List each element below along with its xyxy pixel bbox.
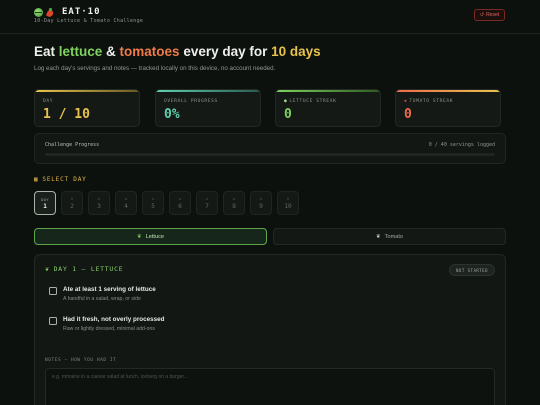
stat-accent [276,90,380,92]
stat-label: DAY [43,99,54,104]
day-number: 6 [178,203,182,210]
day-panel: ❦ DAY 1 — LETTUCE NOT STARTED Ate at lea… [34,254,506,405]
task-title: Had it fresh, not overly processed [63,316,165,323]
leaf-icon: ❦ [45,265,50,273]
tomato-icon: ◆ [404,99,408,104]
hero-title-amp: & [102,44,120,59]
lock-icon: 🔒︎ [205,197,209,202]
hero-title: Eat lettuce & tomatoes every day for 10 … [34,44,321,59]
stat-card-day: DAY 1 / 10 [34,89,140,127]
stat-value: 0% [164,107,180,122]
tab-tomato[interactable]: ❦ Tomato [273,228,506,245]
reset-label: Reset [486,12,500,18]
day-selector: DAY 1 🔒︎ 2 🔒︎ 3 🔒︎ 4 🔒︎ 5 🔒︎ 6 🔒︎ 7 🔒︎ 8 🔒︎ 9 🔒︎ 10 [34,191,299,215]
app-subtitle: 10-Day Lettuce & Tomato Challenge [34,18,144,24]
day-button-2[interactable]: 🔒︎ 2 [61,191,83,215]
lock-icon: 🔒︎ [97,197,101,202]
day-number: 3 [97,203,101,210]
lock-icon: 🔒︎ [259,197,263,202]
task-item[interactable]: Ate at least 1 serving of lettuce A hand… [49,286,156,302]
progress-bar [45,153,495,156]
task-checkbox[interactable] [49,287,57,295]
day-button-1[interactable]: DAY 1 [34,191,56,215]
day-button-7[interactable]: 🔒︎ 7 [196,191,218,215]
day-number: 10 [284,203,292,210]
pepper-icon: ❦ [375,233,381,240]
day-number: 8 [232,203,236,210]
lock-icon: 🔒︎ [124,197,128,202]
stat-card-lettuce-streak: ● LETTUCE STREAK 0 [275,89,381,127]
day-button-4[interactable]: 🔒︎ 4 [115,191,137,215]
lock-icon: 🔒︎ [232,197,236,202]
reset-icon: ↺ [479,12,485,18]
app-title: EAT·10 [62,7,101,17]
day-button-8[interactable]: 🔒︎ 8 [223,191,245,215]
lock-icon: 🔒︎ [286,197,290,202]
day-number: 2 [70,203,74,210]
day-number: 5 [151,203,155,210]
stat-accent [156,90,260,92]
task-description: A handful in a salad, wrap, or side [63,296,141,302]
day-button-9[interactable]: 🔒︎ 9 [250,191,272,215]
challenge-progress: Challenge Progress 0 / 40 servings logge… [34,133,506,164]
stat-value: 1 / 10 [43,107,90,122]
lettuce-icon [34,8,43,17]
task-description: Raw or lightly dressed, minimal add-ons [63,326,155,332]
day-number: 7 [205,203,209,210]
tomato-icon [46,8,54,17]
hero-title-middle: every day for [179,44,272,59]
hero-title-lettuce: lettuce [58,44,103,59]
stat-accent [396,90,500,92]
lock-icon: 🔒︎ [151,197,155,202]
hero-title-tomatoes: tomatoes [119,44,180,59]
notes-input[interactable] [45,368,495,405]
reset-button[interactable]: ↺ Reset [474,9,505,21]
stat-label: OVERALL PROGRESS [164,99,218,104]
lock-icon: 🔒︎ [70,197,74,202]
task-item[interactable]: Had it fresh, not overly processed Raw o… [49,316,164,332]
notes-label: NOTES — HOW YOU HAD IT [45,358,117,363]
select-day-title: ▦ SELECT DAY [34,176,87,183]
hero-title-days: 10 days [271,44,321,59]
tab-label: Tomato [384,233,404,240]
tab-label: Lettuce [145,233,165,240]
stat-card-tomato-streak: ◆ TOMATO STREAK 0 [395,89,501,127]
progress-count: 0 / 40 servings logged [428,142,495,148]
day-button-10[interactable]: 🔒︎ 10 [277,191,299,215]
progress-label: Challenge Progress [45,142,100,148]
hero-subtitle: Log each day's servings and notes — trac… [34,65,276,72]
stat-card-overall-progress: OVERALL PROGRESS 0% [155,89,261,127]
day-button-3[interactable]: 🔒︎ 3 [88,191,110,215]
leaf-icon: ❦ [136,233,142,240]
panel-title: ❦ DAY 1 — LETTUCE [45,265,124,273]
lettuce-icon: ● [284,99,288,104]
brand-logo [34,8,54,17]
stat-accent [35,90,139,92]
stat-label: ◆ TOMATO STREAK [404,99,454,104]
day-number: 4 [124,203,128,210]
day-button-6[interactable]: 🔒︎ 6 [169,191,191,215]
stat-value: 0 [404,107,412,122]
stat-value: 0 [284,107,292,122]
status-badge: NOT STARTED [449,264,495,276]
stat-label: ● LETTUCE STREAK [284,99,337,104]
day-prefix: DAY [41,196,49,202]
day-number: 1 [43,202,47,210]
task-title: Ate at least 1 serving of lettuce [63,286,156,293]
task-checkbox[interactable] [49,317,57,325]
top-bar: EAT·10 10-Day Lettuce & Tomato Challenge… [0,0,540,34]
lock-icon: 🔒︎ [178,197,182,202]
calendar-icon: ▦ [34,176,39,183]
hero-title-text: Eat [34,44,59,59]
day-button-5[interactable]: 🔒︎ 5 [142,191,164,215]
day-number: 9 [259,203,263,210]
tab-lettuce[interactable]: ❦ Lettuce [34,228,267,245]
